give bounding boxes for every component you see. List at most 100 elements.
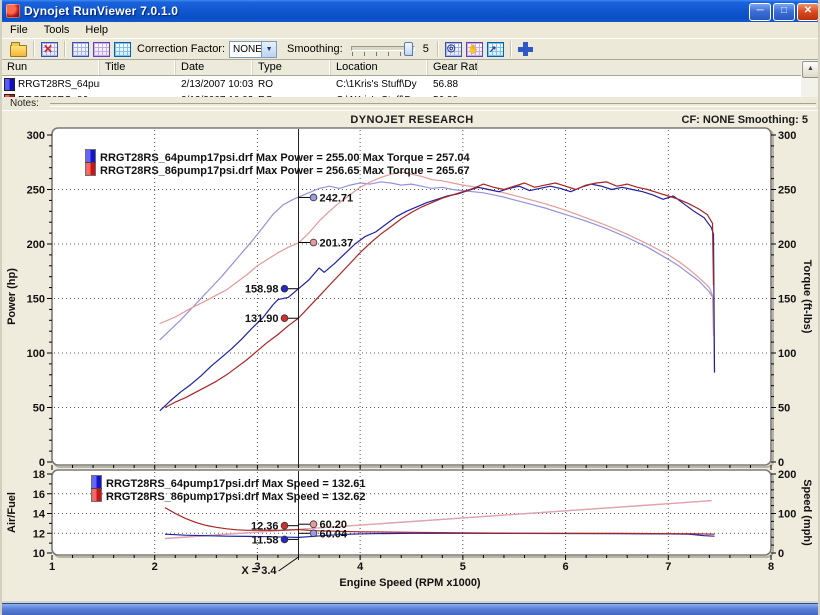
legend-chip [92,476,97,488]
correction-factor-select[interactable]: NONE ▼ [229,41,277,58]
legend-chip [91,150,96,162]
table-row[interactable]: RRGT28RS_64pump 2/13/2007 10:03:2ROC:\1Kr… [2,76,805,92]
callout-marker [310,521,317,528]
y-tick-label-left: 150 [27,294,45,306]
minimize-button[interactable]: ─ [749,3,771,21]
legend-chip [91,163,96,175]
y-tick-label-left: 200 [27,239,45,251]
x-tick-label: 2 [152,561,158,573]
smoothing-label: Smoothing: [287,43,343,55]
table-header: RunTitleDateTypeLocationGear Ratio [2,60,805,76]
pan-hand-icon[interactable]: ✋ [466,41,483,57]
cell-gear-ratio: 56.88 [428,79,478,90]
callout-marker [281,285,288,292]
callout-marker [281,522,288,529]
x-tick-label: 1 [49,561,55,573]
y-tick-label-left: 0 [39,457,45,469]
main-plot-area[interactable] [52,128,771,465]
open-run-icon[interactable] [10,41,27,57]
taskbar [2,603,820,615]
correction-factor-label: Correction Factor: [137,43,225,55]
graph-view-3-icon[interactable] [114,41,131,57]
slider-thumb[interactable] [404,42,413,56]
crosshair-icon[interactable] [518,41,535,57]
legend-entry: RRGT28RS_86pump17psi.drf Max Speed = 132… [106,491,366,503]
callout-marker [281,536,288,543]
x-axis-label: Engine Speed (RPM x1000) [339,577,481,589]
graph-view-2-icon[interactable] [93,41,110,57]
close-run-icon[interactable]: ✕ [41,41,58,57]
notes-label: Notes: [10,98,39,109]
menu-item-help[interactable]: Help [77,23,116,37]
legend-chip [86,150,91,162]
callout-value: 131.90 [245,313,279,325]
callout-value: 242.71 [320,192,354,204]
export-graph-icon[interactable]: ↗ [487,41,504,57]
y-tick-label-right: 250 [778,185,796,197]
legend-entry: RRGT28RS_64pump17psi.drf Max Power = 255… [100,152,471,164]
charts: 050100150200250300050100150200250300Powe… [2,110,820,601]
correction-factor-value: NONE [233,44,262,55]
run-name: RRGT28RS_64pump [18,79,100,90]
y-axis-label-right: Torque (ft-lbs) [801,260,813,334]
run-color-chip [4,78,15,91]
callout-marker [310,530,317,537]
callout-value: 158.98 [245,284,279,296]
column-header-run[interactable]: Run [2,60,100,75]
column-header-title[interactable]: Title [100,60,176,75]
cursor-annotation: X = 3.4 [241,565,277,577]
legend-chip [97,476,102,488]
cell-location: C:\1Kris's Stuff\Dy [331,79,428,90]
y-axis-label-right: Speed (mph) [801,479,813,546]
app-icon [6,4,20,18]
callout-marker [310,194,317,201]
notes-divider [50,103,816,107]
app-window: Dynojet RunViewer 7.0.1.0 ─ □ ✕ FileTool… [0,0,820,615]
scroll-up-icon[interactable]: ▲ [802,61,819,78]
legend-entry: RRGT28RS_64pump17psi.drf Max Speed = 132… [106,478,366,490]
column-header-gear-ratio[interactable]: Gear Ratio [428,60,478,75]
callout-value: 11.58 [252,534,279,546]
menu-item-file[interactable]: File [2,23,36,37]
y-axis-label-left: Air/Fuel [6,492,18,533]
x-tick-label: 4 [357,561,364,573]
window-title: Dynojet RunViewer 7.0.1.0 [24,4,178,18]
x-tick-label: 5 [460,561,466,573]
cell-type: RO [253,79,331,90]
y-tick-label-left: 50 [33,403,45,415]
table-scrollbar[interactable]: ▲ [801,59,818,98]
y-axis-label-left: Power (hp) [6,268,18,325]
column-header-type[interactable]: Type [253,60,331,75]
graph-view-1-icon[interactable] [72,41,89,57]
y-tick-label-right: 150 [778,294,796,306]
x-tick-label: 6 [563,561,569,573]
x-tick-label: 7 [665,561,671,573]
smoothing-value: 5 [423,43,429,55]
cell-date: 2/13/2007 10:03:2 [176,79,253,90]
toolbar: ✕ Correction Factor: NONE ▼ Smoothing: 5… [2,38,820,59]
y-tick-label-left: 250 [27,185,45,197]
legend-chip [92,489,97,501]
x-tick-label: 8 [768,561,774,573]
close-button[interactable]: ✕ [797,3,819,21]
y-tick-label-left: 16 [33,489,45,501]
cursor-annotation-pointer [279,557,299,571]
column-header-date[interactable]: Date [176,60,253,75]
chevron-down-icon[interactable]: ▼ [261,42,276,57]
smoothing-slider[interactable] [351,41,415,57]
callout-value: 201.37 [320,238,354,250]
callout-marker [281,315,288,322]
zoom-graph-icon[interactable]: ◎ [445,41,462,57]
maximize-button[interactable]: □ [773,3,795,21]
y-tick-label-right: 50 [778,403,790,415]
y-tick-label-right: 100 [778,509,796,521]
callout-value: 60.04 [320,528,348,540]
y-tick-label-left: 14 [33,509,46,521]
table-body: RRGT28RS_64pump 2/13/2007 10:03:2ROC:\1Kr… [2,76,805,98]
run-table: RunTitleDateTypeLocationGear Ratio RRGT2… [2,59,805,98]
notes-row: Notes: [2,97,820,110]
y-tick-label-left: 100 [27,348,45,360]
legend-chip [97,489,102,501]
menu-item-tools[interactable]: Tools [36,23,78,37]
column-header-location[interactable]: Location [331,60,428,75]
